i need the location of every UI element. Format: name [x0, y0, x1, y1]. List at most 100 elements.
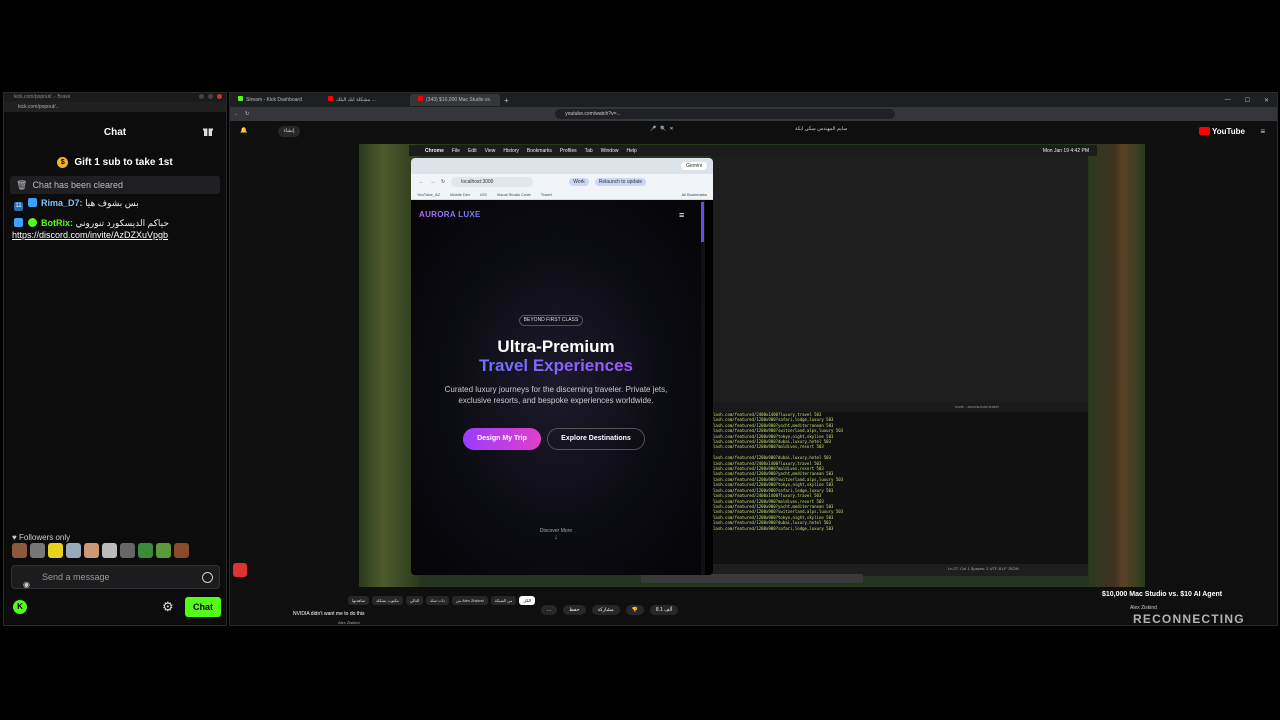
youtube-topbar: 🔔 إنشاء 🎤 🔍 ✕ سايم المهندس سكي ابكة YouT…	[230, 121, 1277, 143]
address-bar[interactable]: youtube.com/watch?v=...	[555, 109, 896, 119]
dislike-icon[interactable]: 👎	[625, 605, 644, 615]
avatar[interactable]	[156, 543, 171, 558]
video-title: $10,000 Mac Studio vs. $10 AI Agent	[1102, 591, 1223, 598]
bookmark-item: All Bookmarks	[681, 192, 707, 197]
tab-label: (343) $10,000 Mac Studio vs.	[426, 97, 492, 103]
tab-label: Stream - Kick Dashboard	[246, 97, 302, 103]
send-message-input[interactable]: Send a message ◉	[11, 565, 220, 589]
youtube-favicon-icon	[418, 96, 423, 101]
terminal-panel: node - aurora-luxe-travel lash.com/featu…	[710, 402, 1088, 570]
gift-sub-banner[interactable]: $ Gift 1 sub to take 1st	[4, 152, 226, 172]
youtube-logo-text: YouTube	[1211, 127, 1245, 136]
create-button[interactable]: إنشاء	[278, 126, 300, 137]
avatar[interactable]	[30, 543, 45, 558]
forest-background-right	[1089, 144, 1145, 587]
back-icon: ←	[419, 179, 424, 185]
kick-badge-icon	[27, 198, 37, 207]
chat-title: Chat	[103, 126, 127, 138]
gear-icon[interactable]: ⚙	[162, 599, 174, 615]
save-button[interactable]: حفظ	[563, 605, 586, 615]
side-video-title[interactable]: NVIDIA didn't want me to do this	[293, 611, 365, 617]
tab-youtube-active[interactable]: (343) $10,000 Mac Studio vs.	[410, 94, 500, 106]
youtube-logo[interactable]: YouTube	[1198, 127, 1245, 136]
mic-icon[interactable]: 🎤	[650, 126, 656, 132]
chip-selected[interactable]: الكل	[519, 596, 536, 605]
chat-username[interactable]: Rima_D7:	[41, 198, 83, 208]
relaunch-button: Relaunch to update	[594, 178, 647, 186]
notification-icon[interactable]: 🔔	[240, 127, 247, 134]
chat-send-button[interactable]: Chat	[185, 597, 221, 617]
search-input[interactable]: سايم المهندس سكي ابكة	[795, 126, 847, 132]
coin-icon: $	[57, 156, 69, 168]
chat-identity-icon[interactable]: ◉	[23, 574, 30, 596]
close-icon[interactable]: ✕	[1264, 97, 1269, 104]
back-icon[interactable]: ←	[234, 111, 239, 117]
new-tab-icon[interactable]: +	[500, 96, 509, 105]
terminal-tab: node - aurora-luxe-travel	[710, 402, 1088, 412]
chat-window-title: kick.com/popout/..- Brave	[14, 94, 71, 100]
chip[interactable]: ذات صلة	[426, 596, 449, 605]
send-message-placeholder: Send a message	[42, 572, 110, 582]
maximize-icon[interactable]	[208, 94, 213, 99]
browser-window: Stream - Kick Dashboard مشكلة ابك البلك …	[229, 92, 1278, 626]
discord-link[interactable]: https://discord.com/invite/AzDZXuVpgb	[12, 230, 168, 240]
like-button[interactable]: 8.1 ألف	[649, 605, 679, 615]
chat-username[interactable]: BotRix:	[41, 218, 73, 228]
followers-only-label: ♥ Followers only	[12, 533, 71, 542]
emoji-icon[interactable]	[202, 572, 213, 583]
chip[interactable]: مكتوب بشكله	[371, 596, 403, 605]
mac-menu-item: File	[451, 147, 460, 154]
mac-menu-item: Edit	[467, 147, 477, 154]
mac-menu-item: View	[484, 147, 496, 154]
bookmark-item: Travel	[540, 192, 552, 197]
forward-icon: →	[430, 179, 435, 185]
vscode-statusbar: Ln 27, Col 1 Spaces: 2 UTF-8 LF JSON	[710, 564, 1088, 574]
mac-menu-bar: Chrome File Edit View History Bookmarks …	[409, 145, 1097, 156]
channel-name[interactable]: Alex Ziskind	[1130, 605, 1157, 611]
kick-favicon-icon	[238, 96, 243, 101]
avatar[interactable]	[66, 543, 81, 558]
share-button[interactable]: مشاركة	[591, 605, 620, 615]
clear-icon[interactable]: ✕	[669, 126, 673, 132]
chip[interactable]: من الشبكة	[490, 596, 517, 605]
avatar[interactable]	[120, 543, 135, 558]
reload-icon[interactable]: ↻	[245, 111, 249, 117]
avatar[interactable]	[102, 543, 117, 558]
live-icon[interactable]	[233, 563, 247, 577]
maximize-icon[interactable]: ☐	[1245, 97, 1250, 104]
sub-badge-icon: 11	[14, 202, 23, 211]
design-trip-button: Design My Trip	[463, 428, 541, 450]
chat-window-address[interactable]: kick.com/popout/..	[4, 102, 226, 112]
tab-kick-dashboard[interactable]: Stream - Kick Dashboard	[230, 94, 320, 106]
mac-address-bar: localhost:3000	[451, 177, 534, 187]
aurora-luxe-site: AURORA LUXE ≡ BEYOND FIRST CLASS Ultra-P…	[411, 200, 701, 575]
tab-youtube-1[interactable]: مشكلة ابك البلك ...	[320, 94, 410, 106]
search-bar[interactable]: 🎤 🔍 ✕ سايم المهندس سكي ابكة	[650, 126, 847, 132]
gift-icon[interactable]	[203, 126, 213, 136]
minimize-icon[interactable]: —	[1225, 97, 1231, 104]
more-actions-button[interactable]: ...	[541, 605, 558, 615]
search-icon[interactable]: 🔍	[660, 126, 666, 132]
video-player[interactable]: Chrome File Edit View History Bookmarks …	[359, 144, 1145, 587]
chip[interactable]: من Alex Ziskind	[451, 596, 488, 605]
minimize-icon[interactable]	[199, 94, 204, 99]
site-headline-gradient: Travel Experiences	[411, 356, 701, 376]
menu-icon[interactable]: ≡	[1260, 127, 1265, 136]
avatar[interactable]	[174, 543, 189, 558]
chat-message: BotRix: حياكم الديسكورد تنوروني https://…	[4, 214, 226, 244]
avatar[interactable]	[138, 543, 153, 558]
trash-icon: 🗑	[16, 179, 28, 190]
avatar[interactable]	[12, 543, 27, 558]
verified-badge-icon	[27, 218, 37, 227]
kick-logo-icon[interactable]: K	[13, 600, 27, 614]
arrow-down-icon: ↓	[554, 534, 558, 541]
mac-menu-item: Tab	[584, 147, 593, 154]
mac-dock	[641, 574, 863, 583]
avatar[interactable]	[48, 543, 63, 558]
close-icon[interactable]	[217, 94, 222, 99]
avatar[interactable]	[84, 543, 99, 558]
side-video-channel[interactable]: Alex Ziskind	[338, 620, 360, 625]
gemini-button: Gemini	[681, 162, 707, 170]
chip[interactable]: شاهدتها	[348, 596, 369, 605]
chip[interactable]: التالي	[405, 596, 424, 605]
